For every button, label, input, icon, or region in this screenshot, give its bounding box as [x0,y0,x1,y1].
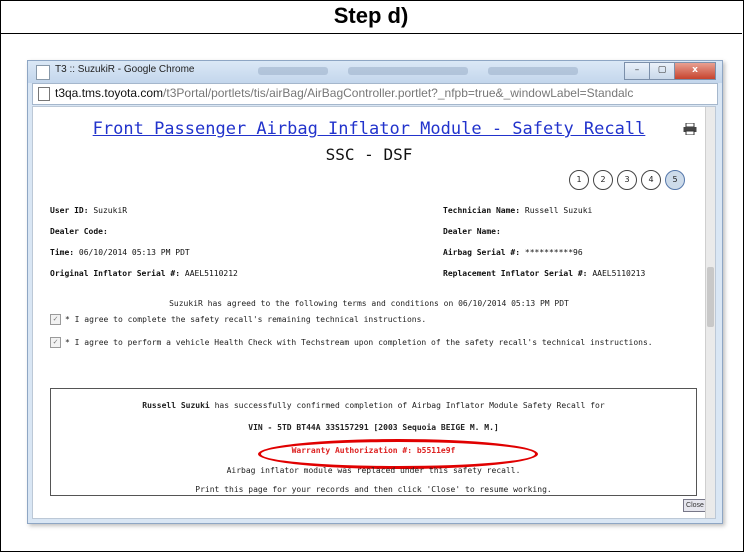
close-button[interactable]: Close [683,499,707,512]
agreement-item-1: * I agree to complete the safety recall'… [65,315,427,324]
print-note: Print this page for your records and the… [195,485,552,494]
agree-checkbox-1[interactable]: ✓ [50,314,61,325]
step-5-circle: 5 [665,170,685,190]
vertical-scrollbar[interactable] [705,107,715,518]
window-titlebar[interactable]: T3 :: SuzukiR - Google Chrome – ▢ x [28,61,722,83]
page-subtitle: SSC - DSF [325,145,413,164]
step-header: Step d) [0,0,742,34]
confirmation-line: Russell Suzuki has successfully confirme… [142,401,605,410]
agree-checkbox-2[interactable]: ✓ [50,337,61,348]
url-path: /t3Portal/portlets/tis/airBag/AirBagCont… [163,86,634,100]
minimize-button[interactable]: – [624,62,650,80]
page-icon [38,87,50,101]
printer-icon[interactable] [683,123,697,135]
address-bar[interactable]: t3qa.tms.toyota.com/t3Portal/portlets/ti… [32,83,718,105]
user-id-field: User ID: SuzukiR [50,206,128,215]
blurred-tab [348,67,468,75]
step-2-circle: 2 [593,170,613,190]
page-content: Front Passenger Airbag Inflator Module -… [32,106,716,519]
replaced-note: Airbag inflator module was replaced unde… [226,466,521,475]
step-indicator: 1 2 3 4 5 [569,170,689,190]
technician-field: Technician Name: Russell Suzuki [443,206,593,215]
agreement-item-2: * I agree to perform a vehicle Health Ch… [65,338,653,347]
dealer-code-field: Dealer Code: [50,227,108,236]
scrollbar-thumb[interactable] [707,267,714,327]
time-field: Time: 06/10/2014 05:13 PM PDT [50,248,190,257]
page-title[interactable]: Front Passenger Airbag Inflator Module -… [33,119,705,139]
confirmation-box: Russell Suzuki has successfully confirme… [50,388,697,496]
step-1-circle: 1 [569,170,589,190]
url-host: t3qa.tms.toyota.com [55,86,164,100]
window-title: T3 :: SuzukiR - Google Chrome [55,64,195,75]
maximize-button[interactable]: ▢ [649,62,675,80]
vin-line: VIN - 5TD BT44A 33S157291 [2003 Sequoia … [248,423,499,432]
step-3-circle: 3 [617,170,637,190]
airbag-serial-field: Airbag Serial #: **********96 [443,248,583,257]
dealer-name-field: Dealer Name: [443,227,501,236]
browser-window: T3 :: SuzukiR - Google Chrome – ▢ x t3qa… [27,60,723,524]
page-icon [36,65,50,80]
replacement-inflator-field: Replacement Inflator Serial #: AAEL51102… [443,269,646,278]
blurred-tab [258,67,328,75]
blurred-tab [488,67,578,75]
close-window-button[interactable]: x [674,62,716,80]
original-inflator-field: Original Inflator Serial #: AAEL5110212 [50,269,238,278]
highlight-ellipse [258,439,538,469]
agreement-statement: SuzukiR has agreed to the following term… [169,299,569,308]
step-4-circle: 4 [641,170,661,190]
